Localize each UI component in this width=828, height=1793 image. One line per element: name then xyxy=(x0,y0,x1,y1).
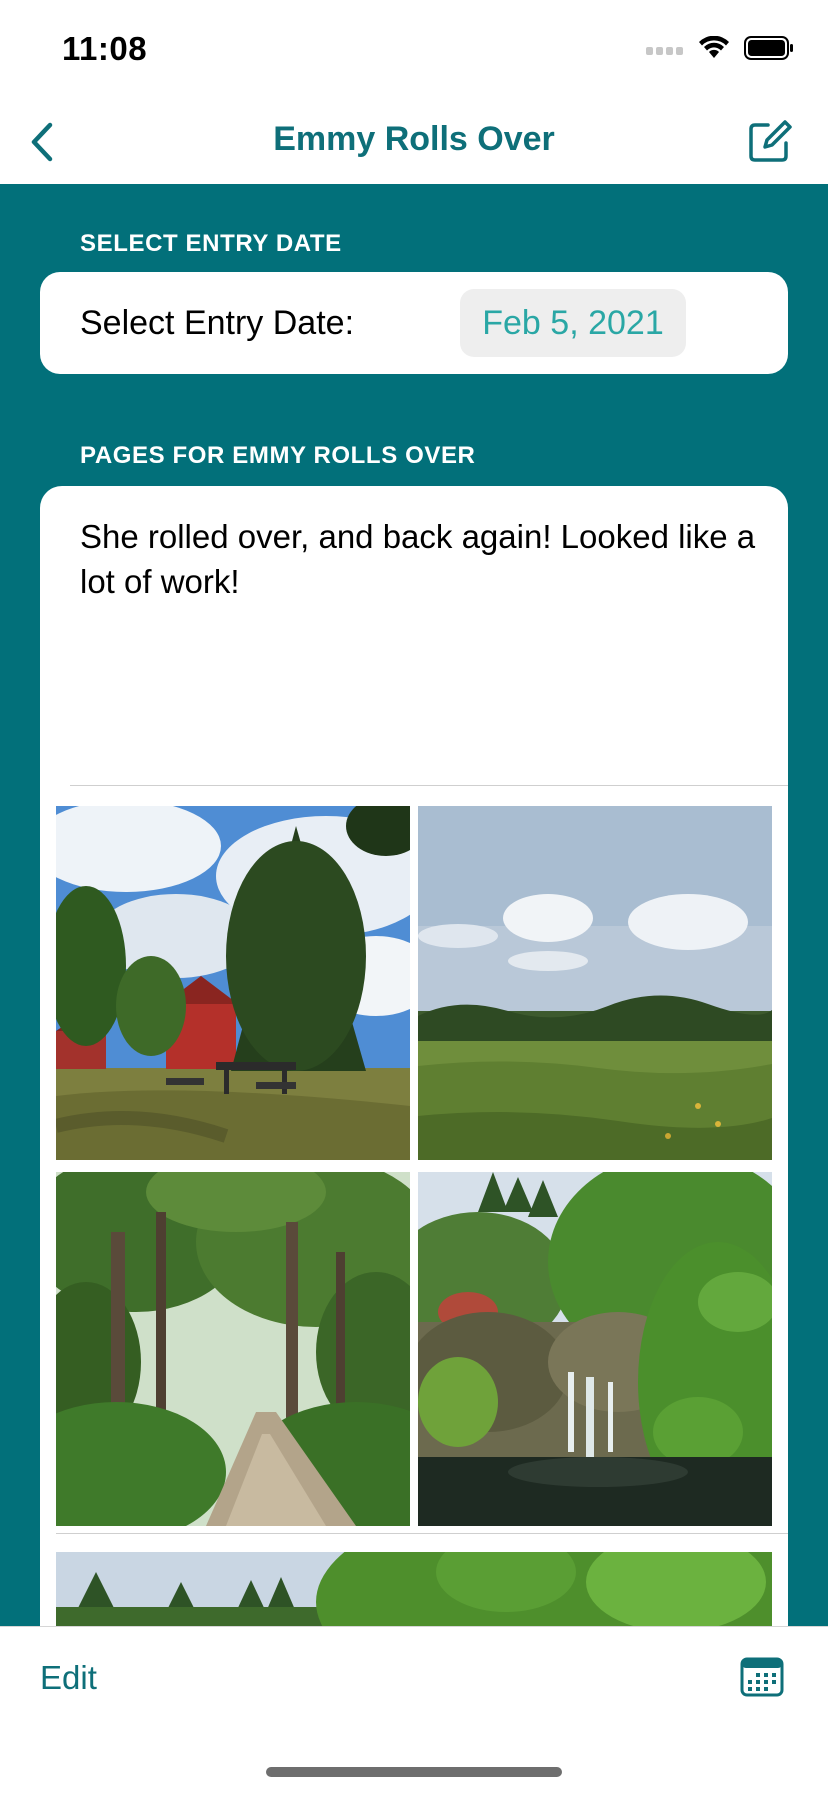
entry-content[interactable]: SELECT ENTRY DATE Select Entry Date: Feb… xyxy=(0,184,828,1626)
battery-icon xyxy=(744,36,794,65)
page-divider xyxy=(56,1533,788,1534)
status-time: 11:08 xyxy=(62,30,148,67)
calendar-button[interactable] xyxy=(740,1657,784,1697)
compose-icon xyxy=(749,120,792,162)
page-title: Emmy Rolls Over xyxy=(273,120,555,158)
compose-button[interactable] xyxy=(744,116,794,166)
status-icons xyxy=(646,35,794,65)
entry-date-section-header: SELECT ENTRY DATE xyxy=(80,230,342,257)
photo-forest-path[interactable] xyxy=(56,1172,410,1526)
pages-section-header: PAGES FOR EMMY ROLLS OVER xyxy=(80,442,476,469)
photo-garden-next-page[interactable] xyxy=(56,1552,772,1626)
page-text[interactable]: She rolled over, and back again! Looked … xyxy=(80,514,760,604)
photo-waterfall-garden[interactable] xyxy=(418,1172,772,1526)
navigation-bar: Emmy Rolls Over xyxy=(0,100,828,185)
cellular-signal-icon xyxy=(646,42,684,60)
page-divider xyxy=(70,785,788,786)
edit-button[interactable]: Edit xyxy=(40,1659,97,1697)
calendar-icon xyxy=(740,1657,784,1697)
entry-date-picker[interactable]: Feb 5, 2021 xyxy=(460,289,686,357)
page-card[interactable]: She rolled over, and back again! Looked … xyxy=(40,486,788,1626)
status-bar: 11:08 xyxy=(0,0,828,100)
photo-barn-tree[interactable] xyxy=(56,806,410,1160)
wifi-icon xyxy=(698,35,730,65)
bottom-toolbar: Edit xyxy=(0,1626,828,1793)
entry-date-label: Select Entry Date: xyxy=(80,304,355,342)
photo-grid xyxy=(56,806,772,1526)
entry-date-card: Select Entry Date: Feb 5, 2021 xyxy=(40,272,788,374)
photo-meadow[interactable] xyxy=(418,806,772,1160)
home-indicator xyxy=(266,1767,562,1777)
